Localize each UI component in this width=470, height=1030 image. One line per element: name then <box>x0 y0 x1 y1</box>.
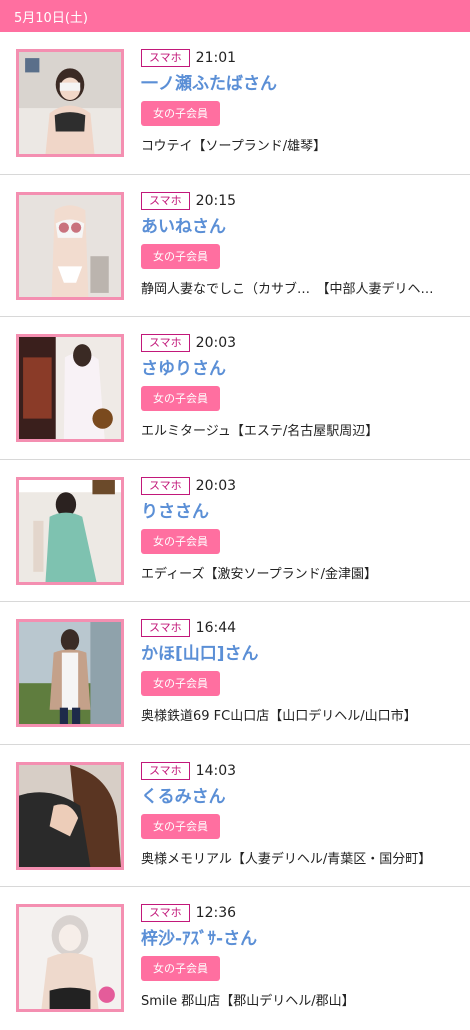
shop-name[interactable]: 奥様鉄道69 FC山口店【山口デリヘル/山口市】 <box>141 705 462 724</box>
device-badge: スマホ <box>141 191 190 210</box>
shop-name[interactable]: コウテイ【ソープランド/雄琴】 <box>141 135 462 154</box>
device-badge: スマホ <box>141 761 190 780</box>
photo-thumbnail[interactable] <box>16 619 124 727</box>
date-header: 5月10日(土) <box>0 0 470 32</box>
device-badge: スマホ <box>141 619 190 637</box>
shop-name[interactable]: エディーズ【激安ソープランド/金津園】 <box>141 563 462 582</box>
girl-name-link[interactable]: くるみさん <box>141 786 462 808</box>
shop-name[interactable]: 奥様メモリアル【人妻デリヘル/青葉区・国分町】 <box>141 848 462 867</box>
post-time: 20:03 <box>195 335 237 351</box>
member-badge: 女の子会員 <box>141 386 220 411</box>
post-time: 21:01 <box>195 50 237 66</box>
device-badge: スマホ <box>141 334 190 352</box>
list-item[interactable]: スマホ 20:03 りささん 女の子会員 エディーズ【激安ソープランド/金津園】 <box>0 460 470 602</box>
photo-thumbnail[interactable] <box>16 334 124 442</box>
list-item[interactable]: スマホ 16:44 かほ[山口]さん 女の子会員 奥様鉄道69 FC山口店【山口… <box>0 602 470 745</box>
list-item[interactable]: スマホ 12:36 梓沙-ｱｽﾞｻ-さん 女の子会員 Smile 郡山店【郡山デ… <box>0 887 470 1030</box>
member-badge: 女の子会員 <box>141 528 220 554</box>
post-list: スマホ 21:01 一ノ瀬ふたばさん 女の子会員 コウテイ【ソープランド/雄琴】… <box>0 32 470 1030</box>
member-badge: 女の子会員 <box>141 243 220 269</box>
list-item[interactable]: スマホ 14:03 くるみさん 女の子会員 奥様メモリアル【人妻デリヘル/青葉区… <box>0 745 470 887</box>
girl-name-link[interactable]: りささん <box>141 501 462 523</box>
girl-name-link[interactable]: あいねさん <box>141 216 462 238</box>
member-badge: 女の子会員 <box>141 101 220 126</box>
girl-name-link[interactable]: 梓沙-ｱｽﾞｻ-さん <box>141 928 462 950</box>
list-item[interactable]: スマホ 20:15 あいねさん 女の子会員 静岡人妻なでしこ（カサブ… 【中部人… <box>0 175 470 317</box>
shop-name[interactable]: 静岡人妻なでしこ（カサブ… 【中部人妻デリヘ… <box>141 278 462 297</box>
girl-name-link[interactable]: さゆりさん <box>141 358 462 380</box>
photo-thumbnail[interactable] <box>16 191 124 300</box>
girl-name-link[interactable]: かほ[山口]さん <box>141 643 462 665</box>
list-item[interactable]: スマホ 21:01 一ノ瀬ふたばさん 女の子会員 コウテイ【ソープランド/雄琴】 <box>0 32 470 175</box>
girl-name-link[interactable]: 一ノ瀬ふたばさん <box>141 73 462 95</box>
shop-name[interactable]: Smile 郡山店【郡山デリヘル/郡山】 <box>141 990 462 1009</box>
device-badge: スマホ <box>141 476 190 495</box>
post-time: 12:36 <box>195 905 237 921</box>
photo-thumbnail[interactable] <box>16 761 124 870</box>
list-item[interactable]: スマホ 20:03 さゆりさん 女の子会員 エルミタージュ【エステ/名古屋駅周辺… <box>0 317 470 460</box>
post-time: 20:15 <box>195 192 237 209</box>
member-badge: 女の子会員 <box>141 813 220 839</box>
photo-thumbnail[interactable] <box>16 904 124 1012</box>
member-badge: 女の子会員 <box>141 956 220 981</box>
shop-name[interactable]: エルミタージュ【エステ/名古屋駅周辺】 <box>141 420 462 439</box>
date-label: 5月10日(土) <box>14 10 88 26</box>
post-time: 16:44 <box>195 620 237 636</box>
device-badge: スマホ <box>141 904 190 922</box>
post-time: 14:03 <box>195 762 237 779</box>
post-time: 20:03 <box>195 477 237 494</box>
member-badge: 女の子会員 <box>141 671 220 696</box>
photo-thumbnail[interactable] <box>16 49 124 157</box>
device-badge: スマホ <box>141 49 190 67</box>
photo-thumbnail[interactable] <box>16 476 124 585</box>
